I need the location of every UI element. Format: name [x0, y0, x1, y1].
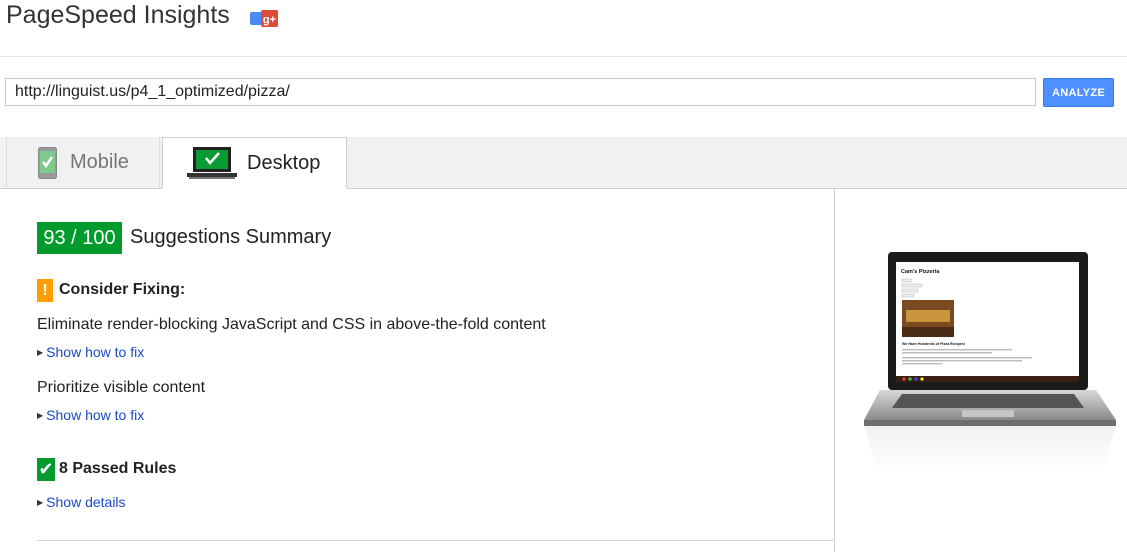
show-details-link[interactable]: ▶ Show details	[37, 494, 126, 510]
svg-text:We Have Hundreds of Pizza Reci: We Have Hundreds of Pizza Recipes!	[902, 342, 965, 346]
tab-desktop-label: Desktop	[247, 152, 321, 174]
link-label: Show details	[46, 494, 126, 510]
show-how-to-fix-link-2[interactable]: ▶ Show how to fix	[37, 407, 144, 423]
passed-rules-heading: 8 Passed Rules	[59, 460, 177, 477]
header: PageSpeed Insights g+	[0, 0, 1127, 57]
tab-mobile[interactable]: Mobile	[6, 137, 160, 188]
url-input[interactable]	[5, 78, 1036, 106]
rule-render-blocking: Eliminate render-blocking JavaScript and…	[37, 316, 546, 333]
check-icon: ✔	[37, 458, 55, 481]
link-label: Show how to fix	[46, 344, 145, 360]
tab-desktop[interactable]: Desktop	[162, 137, 347, 189]
svg-text:g+: g+	[263, 14, 276, 26]
laptop-icon	[187, 147, 237, 179]
analyze-button[interactable]: ANALYZE	[1043, 78, 1114, 107]
desktop-preview-image: Cam's Pizzeria We Have Hundreds of Pizza…	[864, 252, 1116, 472]
tab-bar: Mobile Desktop	[0, 137, 1127, 189]
section-divider	[37, 540, 834, 541]
triangle-right-icon: ▶	[37, 348, 44, 357]
content-divider	[834, 189, 835, 552]
svg-text:Cam's Pizzeria: Cam's Pizzeria	[901, 269, 940, 275]
score-badge: 93 / 100	[37, 222, 122, 254]
suggestions-summary-title: Suggestions Summary	[130, 226, 332, 248]
consider-fixing-heading: Consider Fixing:	[59, 281, 186, 298]
show-how-to-fix-link-1[interactable]: ▶ Show how to fix	[37, 344, 144, 360]
page-title: PageSpeed Insights	[6, 1, 230, 29]
tab-mobile-label: Mobile	[70, 151, 129, 173]
rule-prioritize-visible: Prioritize visible content	[37, 379, 206, 396]
gplus-icon[interactable]: g+	[250, 9, 278, 29]
link-label: Show how to fix	[46, 407, 145, 423]
triangle-right-icon: ▶	[37, 498, 44, 507]
triangle-right-icon: ▶	[37, 411, 44, 420]
phone-icon	[38, 147, 57, 179]
warning-icon: !	[37, 279, 53, 302]
